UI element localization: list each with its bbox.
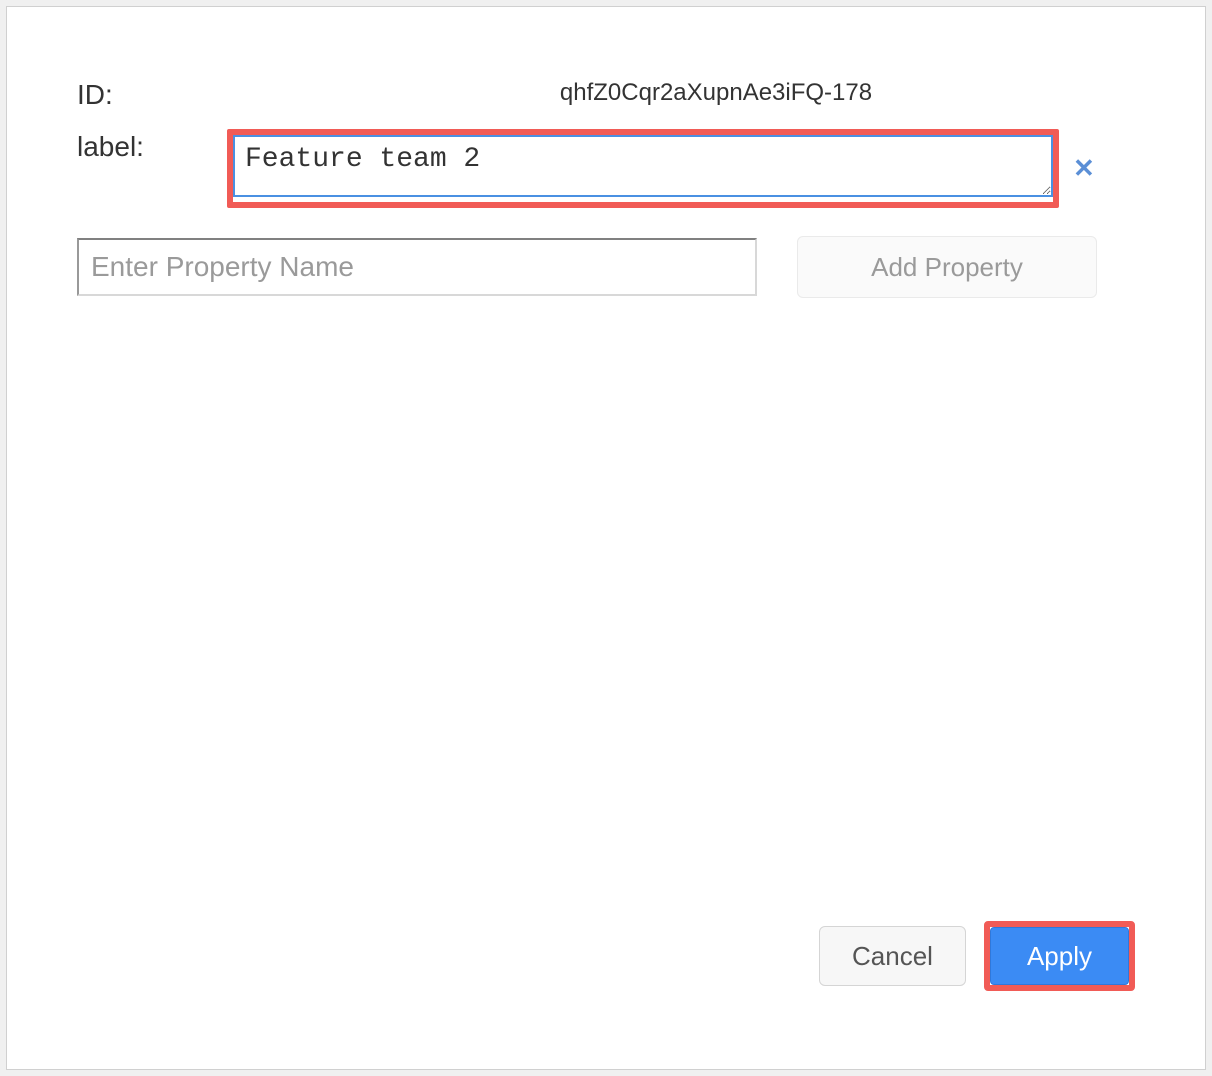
close-icon[interactable]: ✕ [1073, 153, 1095, 184]
property-row: Add Property [77, 236, 1135, 298]
property-name-input[interactable] [77, 238, 757, 296]
label-row: label: ✕ [77, 129, 1135, 208]
cancel-button[interactable]: Cancel [819, 926, 966, 986]
id-value: qhfZ0Cqr2aXupnAe3iFQ-178 [227, 77, 1135, 107]
dialog-footer: Cancel Apply [819, 921, 1135, 991]
property-dialog: ID: qhfZ0Cqr2aXupnAe3iFQ-178 label: ✕ Ad… [6, 6, 1206, 1070]
apply-highlight: Apply [984, 921, 1135, 991]
form-area: ID: qhfZ0Cqr2aXupnAe3iFQ-178 label: ✕ Ad… [77, 77, 1135, 298]
add-property-button[interactable]: Add Property [797, 236, 1097, 298]
id-label: ID: [77, 77, 227, 111]
label-field-label: label: [77, 129, 227, 163]
label-highlight [227, 129, 1059, 208]
id-row: ID: qhfZ0Cqr2aXupnAe3iFQ-178 [77, 77, 1135, 111]
label-input-wrap: ✕ [227, 129, 1135, 208]
label-input[interactable] [233, 135, 1053, 197]
apply-button[interactable]: Apply [990, 927, 1129, 985]
